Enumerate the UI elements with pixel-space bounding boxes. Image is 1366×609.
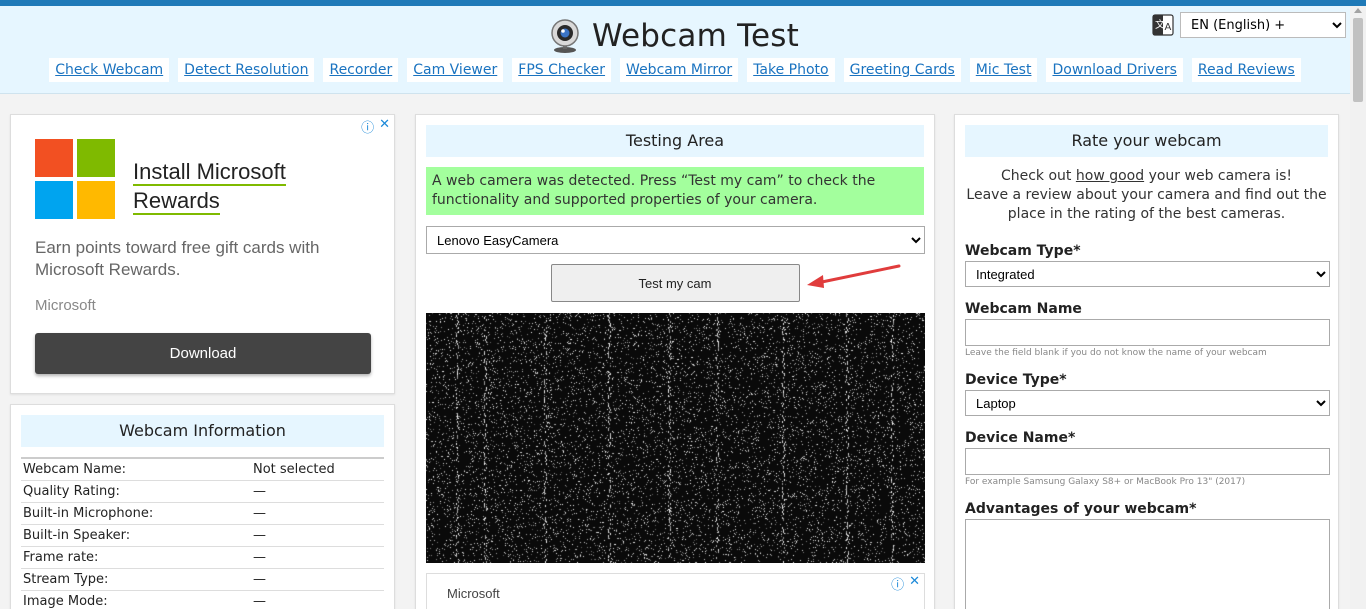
webcam-name-input[interactable] (965, 319, 1330, 346)
nav-webcam-mirror[interactable]: Webcam Mirror (620, 58, 739, 82)
detection-notice: A web camera was detected. Press “Test m… (426, 167, 924, 215)
webcam-name-label: Webcam Name (965, 301, 1082, 317)
ad-banner[interactable]: ⓘ ✕ Install Microsoft Rewards Earn point… (10, 114, 395, 394)
translate-icon: 文 A (1152, 14, 1174, 36)
testing-area-panel: Testing Area A web camera was detected. … (415, 114, 935, 609)
table-row: Built-in Microphone: — (21, 502, 384, 525)
webcam-type-label: Webcam Type* (965, 243, 1081, 259)
page-title: Webcam Test (592, 18, 799, 54)
table-row: Built-in Speaker: — (21, 524, 384, 547)
nav-recorder[interactable]: Recorder (323, 58, 399, 82)
advantages-label: Advantages of your webcam* (965, 501, 1197, 517)
site-title[interactable]: Webcam Test (548, 14, 799, 58)
main-nav: Check Webcam Detect Resolution Recorder … (0, 58, 1350, 82)
left-column: ⓘ ✕ Install Microsoft Rewards Earn point… (10, 114, 395, 609)
test-my-cam-button[interactable]: Test my cam (550, 264, 800, 302)
scroll-up-icon[interactable] (1354, 8, 1362, 13)
close-icon[interactable]: ✕ (379, 117, 390, 136)
svg-text:A: A (1165, 22, 1172, 33)
webcam-name-hint: Leave the field blank if you do not know… (965, 348, 1267, 358)
ad-brand: Microsoft (35, 297, 96, 314)
nav-read-reviews[interactable]: Read Reviews (1191, 58, 1301, 82)
ad-download-button[interactable]: Download (35, 333, 371, 374)
language-select[interactable]: EN (English) + (1180, 12, 1346, 38)
device-name-label: Device Name* (965, 430, 1076, 446)
arrow-annotation-icon (807, 264, 901, 288)
webcam-info-title: Webcam Information (21, 415, 384, 447)
ad-brand: Microsoft (447, 586, 500, 601)
webcam-info-panel: Webcam Information Webcam Name: Not selec… (10, 404, 395, 609)
table-row: Frame rate: — (21, 546, 384, 569)
site-header: Webcam Test 文 A EN (English) + Check Web… (0, 6, 1350, 94)
testing-area-title: Testing Area (426, 125, 924, 157)
device-type-label: Device Type* (965, 372, 1067, 388)
page-scrollbar[interactable] (1350, 6, 1366, 609)
nav-detect-resolution[interactable]: Detect Resolution (178, 58, 315, 82)
adchoices-icon[interactable]: ⓘ (891, 574, 904, 593)
ad-description: Earn points toward free gift cards with … (35, 238, 320, 279)
table-row: Quality Rating: — (21, 480, 384, 503)
adchoices-icon[interactable]: ⓘ (361, 117, 374, 136)
webcam-info-table: Webcam Name: Not selected Quality Rating:… (21, 457, 384, 609)
webcam-noise-canvas (426, 313, 925, 563)
rate-intro: Check out how good your web camera is! L… (966, 168, 1327, 222)
table-row: Stream Type: — (21, 568, 384, 591)
table-row: Image Mode: — (21, 590, 384, 609)
ad-controls: ⓘ ✕ (361, 117, 390, 136)
scroll-thumb[interactable] (1353, 18, 1363, 102)
rate-webcam-panel: Rate your webcam Check out how good your… (954, 114, 1339, 609)
nav-check-webcam[interactable]: Check Webcam (49, 58, 170, 82)
ad-controls: ⓘ ✕ (891, 574, 920, 593)
nav-fps-checker[interactable]: FPS Checker (512, 58, 612, 82)
nav-greeting-cards[interactable]: Greeting Cards (843, 58, 961, 82)
webcam-icon (551, 19, 579, 53)
nav-take-photo[interactable]: Take Photo (747, 58, 835, 82)
device-type-select[interactable]: Laptop (965, 390, 1330, 416)
how-good-link[interactable]: how good (1076, 168, 1144, 184)
ad-title[interactable]: Install Microsoft Rewards (133, 157, 286, 215)
device-name-input[interactable] (965, 448, 1330, 475)
svg-text:文: 文 (1155, 18, 1165, 31)
nav-cam-viewer[interactable]: Cam Viewer (407, 58, 504, 82)
device-name-hint: For example Samsung Galaxy S8+ or MacBoo… (965, 477, 1246, 487)
nav-download-drivers[interactable]: Download Drivers (1046, 58, 1183, 82)
language-picker: 文 A EN (English) + (1152, 12, 1346, 38)
nav-mic-test[interactable]: Mic Test (969, 58, 1038, 82)
table-row: Webcam Name: Not selected (21, 458, 384, 481)
ad-banner-small[interactable]: Microsoft ⓘ ✕ (426, 573, 925, 609)
rate-title: Rate your webcam (965, 125, 1328, 157)
close-icon[interactable]: ✕ (909, 574, 920, 593)
webcam-type-select[interactable]: Integrated (965, 261, 1330, 287)
webcam-preview (426, 313, 925, 563)
advantages-textarea[interactable] (965, 519, 1330, 609)
microsoft-logo (35, 139, 117, 221)
camera-select[interactable]: Lenovo EasyCamera (426, 226, 925, 254)
